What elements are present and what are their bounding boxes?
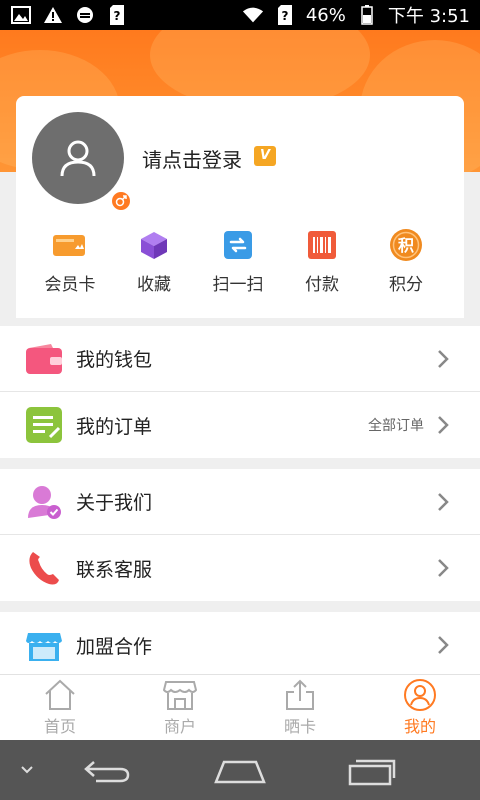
battery-icon [356,5,378,25]
user-icon [60,140,96,177]
share-icon [286,679,314,710]
menu-label: 加盟合作 [76,635,153,658]
tab-share-card[interactable]: 晒卡 [240,675,360,740]
quick-favorites[interactable]: 收藏 [112,228,196,295]
chevron-right-icon [438,349,449,368]
about-user-icon [26,484,62,520]
menu-item-franchise[interactable]: 加盟合作 [0,612,480,674]
sim-unknown-icon: ? [274,5,296,25]
vip-badge: V [254,146,276,166]
home-icon [45,679,75,710]
quick-points[interactable]: 积 积分 [364,228,448,295]
menu-item-contact[interactable]: 联系客服 [0,535,480,601]
back-icon[interactable] [82,758,132,784]
menu-group-about-contact: 关于我们 联系客服 [0,469,480,601]
bottom-navigation: 首页 商户 晒卡 我的 [0,674,480,740]
menu-label: 我的订单 [76,415,153,438]
svg-text:?: ? [114,9,121,23]
image-icon [10,5,32,25]
quick-pay[interactable]: 付款 [280,228,364,295]
tab-label: 晒卡 [283,716,316,736]
wifi-icon [242,5,264,25]
battery-percent: 46% [305,4,346,26]
order-icon [26,407,62,443]
sim-unknown-icon: ? [106,5,128,25]
menu-label: 我的钱包 [76,349,153,371]
shop-icon [163,680,197,710]
scan-icon [221,228,255,262]
wallet-icon [26,341,62,377]
chevron-right-icon [438,559,449,577]
quick-label: 收藏 [137,275,171,295]
menu-label: 联系客服 [76,558,153,581]
quick-label: 积分 [389,275,423,295]
system-navigation-bar [0,740,480,800]
quick-label: 会员卡 [44,275,96,295]
tab-home[interactable]: 首页 [0,675,120,740]
cube-icon [137,228,171,262]
tab-label: 商户 [163,716,196,736]
recent-apps-icon[interactable] [348,756,400,786]
screen: ? ? 46% 下午 3:51 请点击登录 V 会员卡 收藏 扫一扫 付款 积 … [0,0,480,800]
menu-group-franchise: 加盟合作 [0,612,480,674]
svg-text:积: 积 [398,236,414,255]
menu-item-about[interactable]: 关于我们 [0,469,480,535]
home-button-icon[interactable] [214,758,266,784]
points-icon: 积 [389,228,423,262]
profile-icon [404,678,436,711]
store-icon [26,627,62,663]
quick-label: 付款 [305,275,339,295]
quick-actions: 会员卡 收藏 扫一扫 付款 积 积分 [16,228,464,295]
quick-scan[interactable]: 扫一扫 [196,228,280,295]
quick-label: 扫一扫 [212,275,264,295]
status-bar: ? ? 46% 下午 3:51 [0,0,480,30]
chevron-right-icon [438,636,449,654]
clock: 下午 3:51 [387,6,470,27]
menu-item-orders[interactable]: 我的订单 全部订单 [0,392,480,458]
member-card-icon [53,228,87,262]
profile-card: 请点击登录 V 会员卡 收藏 扫一扫 付款 积 积分 [16,96,464,318]
chevron-right-icon [438,492,449,511]
tab-mine[interactable]: 我的 [360,675,480,740]
chevron-right-icon [438,416,449,434]
menu-label: 关于我们 [76,492,153,514]
chevron-down-icon[interactable] [20,765,34,775]
svg-text:?: ? [281,9,288,23]
barcode-icon [305,228,339,262]
tab-label: 我的 [403,716,436,736]
tab-label: 首页 [43,716,76,736]
menu-group-wallet-orders: 我的钱包 我的订单 全部订单 [0,326,480,458]
male-icon [110,190,132,212]
sync-icon [74,5,96,25]
phone-icon [26,550,62,586]
all-orders-link[interactable]: 全部订单 [368,415,424,435]
login-prompt[interactable]: 请点击登录 [142,144,242,173]
avatar[interactable] [32,112,132,212]
menu-item-wallet[interactable]: 我的钱包 [0,326,480,392]
quick-member-card[interactable]: 会员卡 [28,228,112,295]
tab-merchants[interactable]: 商户 [120,675,240,740]
warning-icon [42,5,64,25]
